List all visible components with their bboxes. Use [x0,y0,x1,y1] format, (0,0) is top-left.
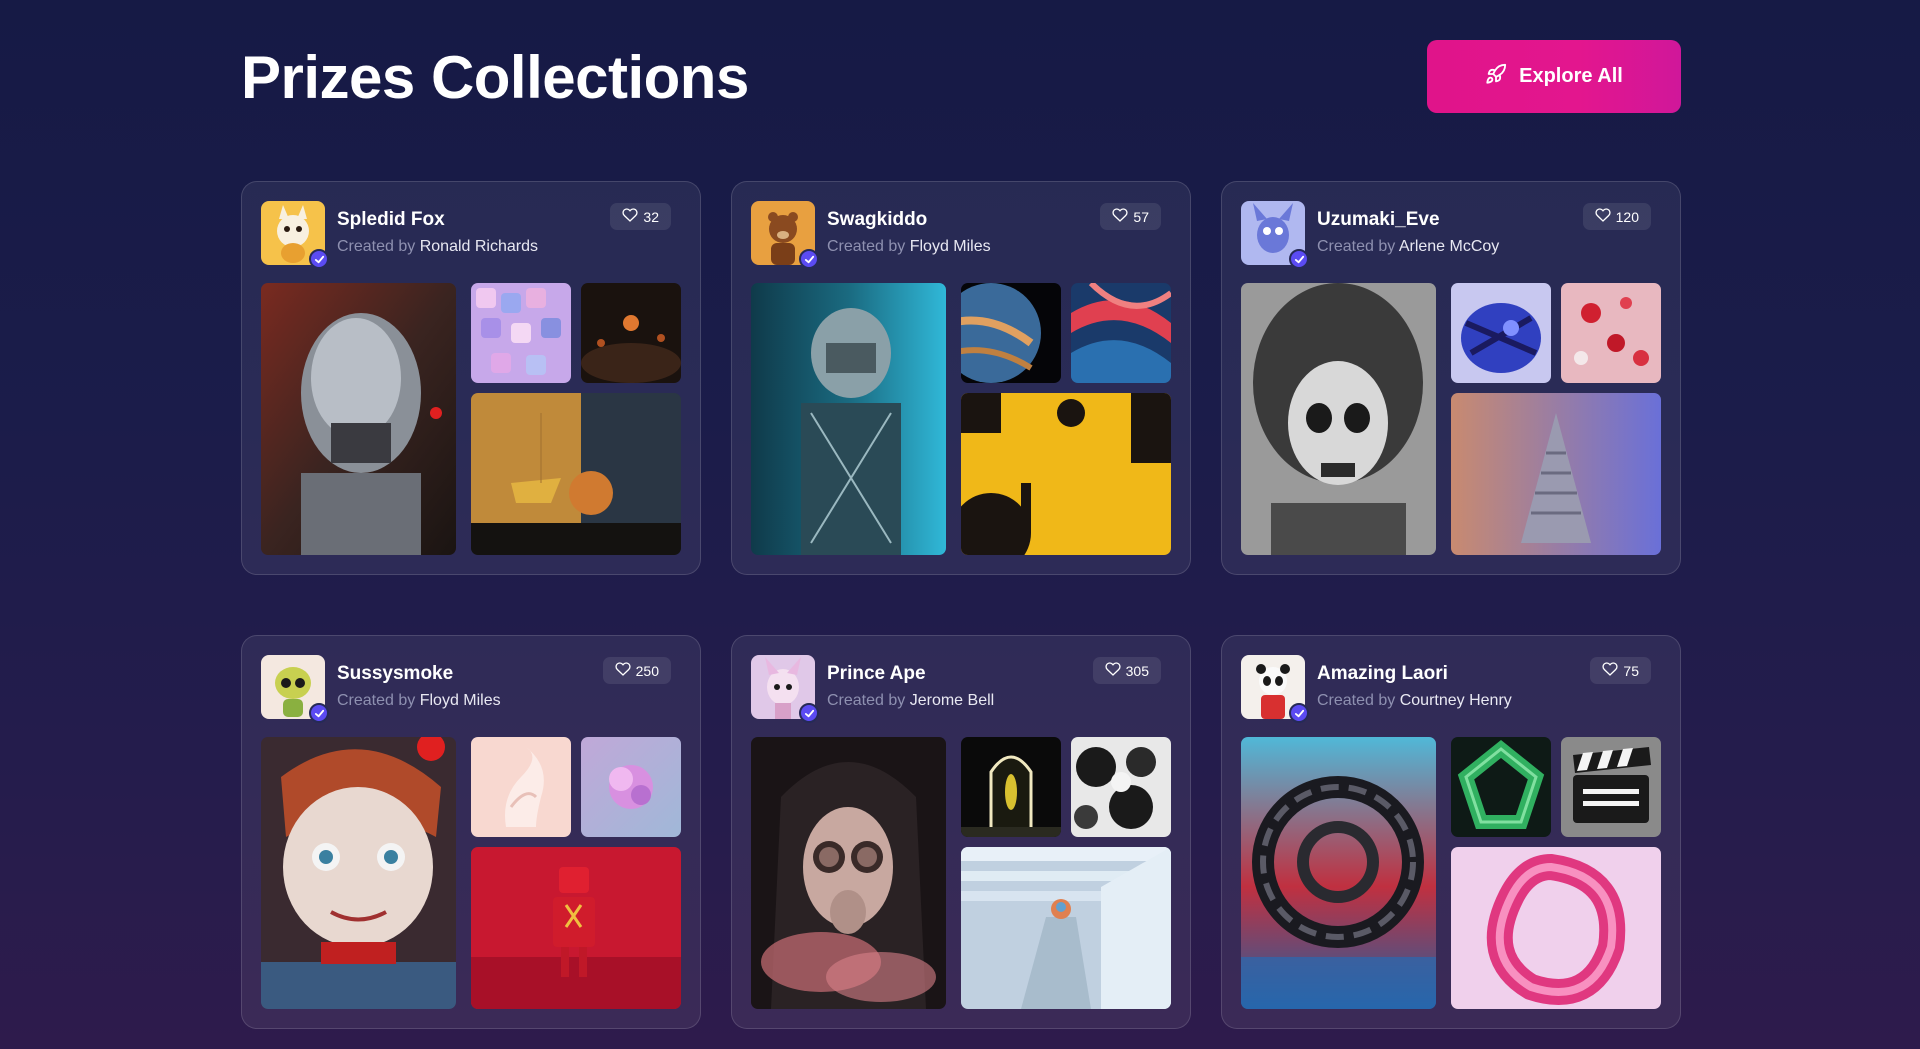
heart-icon [1595,207,1611,226]
collection-card[interactable]: Uzumaki_Eve Created by Arlene McCoy 120 [1221,181,1681,575]
prizes-collections-section: Prizes Collections Explore All Spledid F… [241,0,1681,1049]
like-button[interactable]: 250 [602,657,671,684]
creator-line: Created by Floyd Miles [337,692,501,710]
heart-icon [1602,661,1619,680]
creator-name[interactable]: Jerome Bell [910,692,994,709]
avatar[interactable] [1241,655,1309,723]
creator-name[interactable]: Ronald Richards [420,238,538,255]
like-count: 75 [1623,662,1639,679]
collection-image[interactable] [261,737,456,1009]
created-by-label: Created by [337,238,416,255]
like-count: 57 [1133,208,1149,225]
rocket-icon [1485,63,1507,91]
created-by-label: Created by [1317,692,1396,709]
like-button[interactable]: 120 [1582,203,1651,230]
collection-image[interactable] [751,283,946,555]
section-header: Prizes Collections Explore All [241,40,1681,115]
creator-name[interactable]: Arlene McCoy [1399,238,1499,255]
heart-icon [1112,207,1129,226]
collection-image[interactable] [1561,737,1661,837]
created-by-label: Created by [827,692,906,709]
collection-name[interactable]: Sussysmoke [337,663,453,685]
collection-image[interactable] [1241,283,1436,555]
card-header: Swagkiddo Created by Floyd Miles 57 [751,201,1171,269]
heart-icon [615,661,631,680]
collection-image[interactable] [1071,737,1171,837]
like-count: 250 [635,662,659,679]
verified-badge-icon [309,249,329,269]
creator-line: Created by Ronald Richards [337,238,538,256]
collection-image[interactable] [961,847,1171,1009]
collection-card[interactable]: Swagkiddo Created by Floyd Miles 57 [731,181,1191,575]
collection-image[interactable] [961,737,1061,837]
like-button[interactable]: 75 [1590,657,1651,684]
collection-image[interactable] [471,393,681,555]
like-count: 305 [1125,662,1149,679]
verified-badge-icon [1289,249,1309,269]
collection-image[interactable] [581,283,681,383]
explore-all-label: Explore All [1519,65,1623,87]
collection-image[interactable] [1241,737,1436,1009]
collection-card[interactable]: Prince Ape Created by Jerome Bell 305 [731,635,1191,1029]
heart-icon [622,207,639,226]
verified-badge-icon [309,703,329,723]
collection-image[interactable] [261,283,456,555]
avatar[interactable] [261,201,329,269]
creator-line: Created by Arlene McCoy [1317,238,1499,256]
avatar[interactable] [261,655,329,723]
collection-image[interactable] [471,737,571,837]
collection-image[interactable] [751,737,946,1009]
collection-name[interactable]: Prince Ape [827,663,926,685]
creator-name[interactable]: Floyd Miles [420,692,501,709]
card-header: Amazing Laori Created by Courtney Henry … [1241,655,1661,723]
collection-image[interactable] [1451,283,1551,383]
creator-line: Created by Floyd Miles [827,238,991,256]
creator-line: Created by Courtney Henry [1317,692,1512,710]
like-count: 120 [1615,208,1639,225]
collection-image[interactable] [961,283,1061,383]
collection-image[interactable] [1451,847,1661,1009]
card-header: Uzumaki_Eve Created by Arlene McCoy 120 [1241,201,1661,269]
verified-badge-icon [1289,703,1309,723]
collection-image[interactable] [471,847,681,1009]
card-header: Sussysmoke Created by Floyd Miles 250 [261,655,681,723]
verified-badge-icon [799,249,819,269]
collection-name[interactable]: Uzumaki_Eve [1317,209,1440,231]
creator-name[interactable]: Floyd Miles [910,238,991,255]
collection-image[interactable] [1071,283,1171,383]
collection-card[interactable]: Amazing Laori Created by Courtney Henry … [1221,635,1681,1029]
collection-name[interactable]: Swagkiddo [827,209,927,231]
collection-image[interactable] [1561,283,1661,383]
card-header: Prince Ape Created by Jerome Bell 305 [751,655,1171,723]
collection-card[interactable]: Sussysmoke Created by Floyd Miles 250 [241,635,701,1029]
like-count: 32 [643,208,659,225]
collection-name[interactable]: Spledid Fox [337,209,445,231]
collection-name[interactable]: Amazing Laori [1317,663,1448,685]
collection-image[interactable] [1451,737,1551,837]
like-button[interactable]: 305 [1092,657,1161,684]
page-title: Prizes Collections [241,44,749,111]
verified-badge-icon [799,703,819,723]
collection-image[interactable] [1451,393,1661,555]
like-button[interactable]: 32 [610,203,671,230]
created-by-label: Created by [337,692,416,709]
creator-line: Created by Jerome Bell [827,692,994,710]
collection-image[interactable] [961,393,1171,555]
created-by-label: Created by [827,238,906,255]
collection-image[interactable] [581,737,681,837]
heart-icon [1105,661,1121,680]
explore-all-button[interactable]: Explore All [1427,40,1681,113]
creator-name[interactable]: Courtney Henry [1400,692,1512,709]
card-header: Spledid Fox Created by Ronald Richards 3… [261,201,681,269]
avatar[interactable] [1241,201,1309,269]
avatar[interactable] [751,655,819,723]
avatar[interactable] [751,201,819,269]
collection-card[interactable]: Spledid Fox Created by Ronald Richards 3… [241,181,701,575]
created-by-label: Created by [1317,238,1396,255]
collection-image[interactable] [471,283,571,383]
like-button[interactable]: 57 [1100,203,1161,230]
